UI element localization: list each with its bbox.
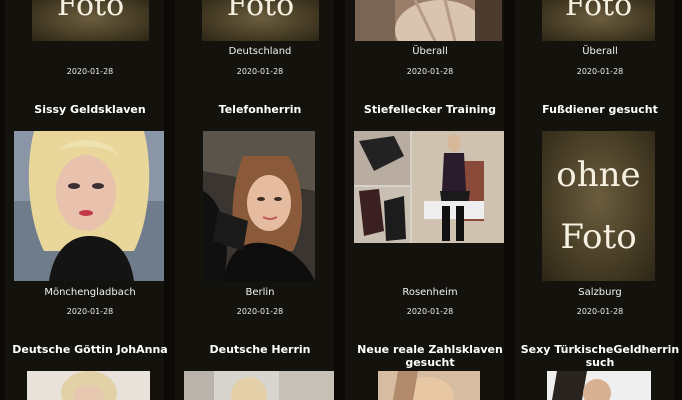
listing-location: Salzburg [578, 287, 622, 298]
listing-title[interactable]: Stiefellecker Training [345, 103, 515, 116]
listing-title[interactable]: Sexy TürkischeGeldherrin such [515, 343, 682, 369]
placeholder-text: Foto [226, 0, 295, 23]
listing-photo[interactable] [354, 131, 504, 243]
listing-date: 2020-01-28 [406, 307, 454, 316]
listing-location: Rosenheim [402, 287, 458, 298]
listing-photo[interactable] [203, 131, 315, 281]
listing-date: 2020-01-28 [406, 67, 454, 76]
listing-location: Mönchengladbach [44, 287, 136, 298]
no-photo-placeholder[interactable]: Foto [542, 0, 655, 41]
listing-card[interactable]: Deutsche Herrin [175, 340, 345, 400]
listing-title[interactable]: Neue reale Zahlsklaven gesucht [345, 343, 515, 369]
listing-title[interactable]: Deutsche Herrin [175, 343, 345, 356]
no-photo-placeholder[interactable]: ohne Foto [542, 131, 655, 281]
listing-card[interactable]: Foto 2020-01-28 [5, 0, 175, 80]
listing-photo[interactable] [547, 371, 651, 400]
listing-card[interactable]: Fußdiener gesucht ohne Foto Salzburg 202… [515, 100, 682, 320]
listing-title[interactable]: Fußdiener gesucht [515, 103, 682, 116]
listing-title[interactable]: Sissy Geldsklaven [5, 103, 175, 116]
listing-card[interactable]: Neue reale Zahlsklaven gesucht [345, 340, 515, 400]
listing-location: Überall [582, 46, 618, 57]
listing-title[interactable]: Deutsche Göttin JohAnna [5, 343, 175, 356]
placeholder-text: Foto [564, 0, 633, 23]
listing-location: Berlin [245, 287, 275, 298]
listing-date: 2020-01-28 [66, 67, 114, 76]
listing-card[interactable]: Foto Deutschland 2020-01-28 [175, 0, 345, 80]
listing-date: 2020-01-28 [236, 67, 284, 76]
listing-card[interactable]: Telefonherrin Berlin 2020-01-28 [175, 100, 345, 320]
listing-card[interactable]: Sexy TürkischeGeldherrin such [515, 340, 682, 400]
placeholder-text-line1: ohne [556, 155, 641, 195]
listing-location: Deutschland [228, 46, 292, 57]
listing-card[interactable]: Foto Überall 2020-01-28 [515, 0, 682, 80]
listing-date: 2020-01-28 [576, 307, 624, 316]
listing-card[interactable]: Deutsche Göttin JohAnna [5, 340, 175, 400]
listing-photo[interactable] [355, 0, 502, 41]
listing-photo[interactable] [184, 371, 334, 400]
listing-date: 2020-01-28 [236, 307, 284, 316]
listing-photo[interactable] [14, 131, 164, 281]
no-photo-placeholder[interactable]: Foto [202, 0, 319, 41]
listing-card[interactable]: Stiefellecker Training Rosenheim 2020-01… [345, 100, 515, 320]
listing-photo[interactable] [378, 371, 480, 400]
listing-card[interactable]: Überall 2020-01-28 [345, 0, 515, 80]
listing-location: Überall [412, 46, 448, 57]
placeholder-text-line2: Foto [560, 217, 637, 257]
listing-date: 2020-01-28 [66, 307, 114, 316]
placeholder-text: Foto [56, 0, 125, 23]
listing-date: 2020-01-28 [576, 67, 624, 76]
no-photo-placeholder[interactable]: Foto [32, 0, 149, 41]
listing-photo[interactable] [27, 371, 150, 400]
listing-title[interactable]: Telefonherrin [175, 103, 345, 116]
listing-card[interactable]: Sissy Geldsklaven Mönchengladbach 2020-0… [5, 100, 175, 320]
